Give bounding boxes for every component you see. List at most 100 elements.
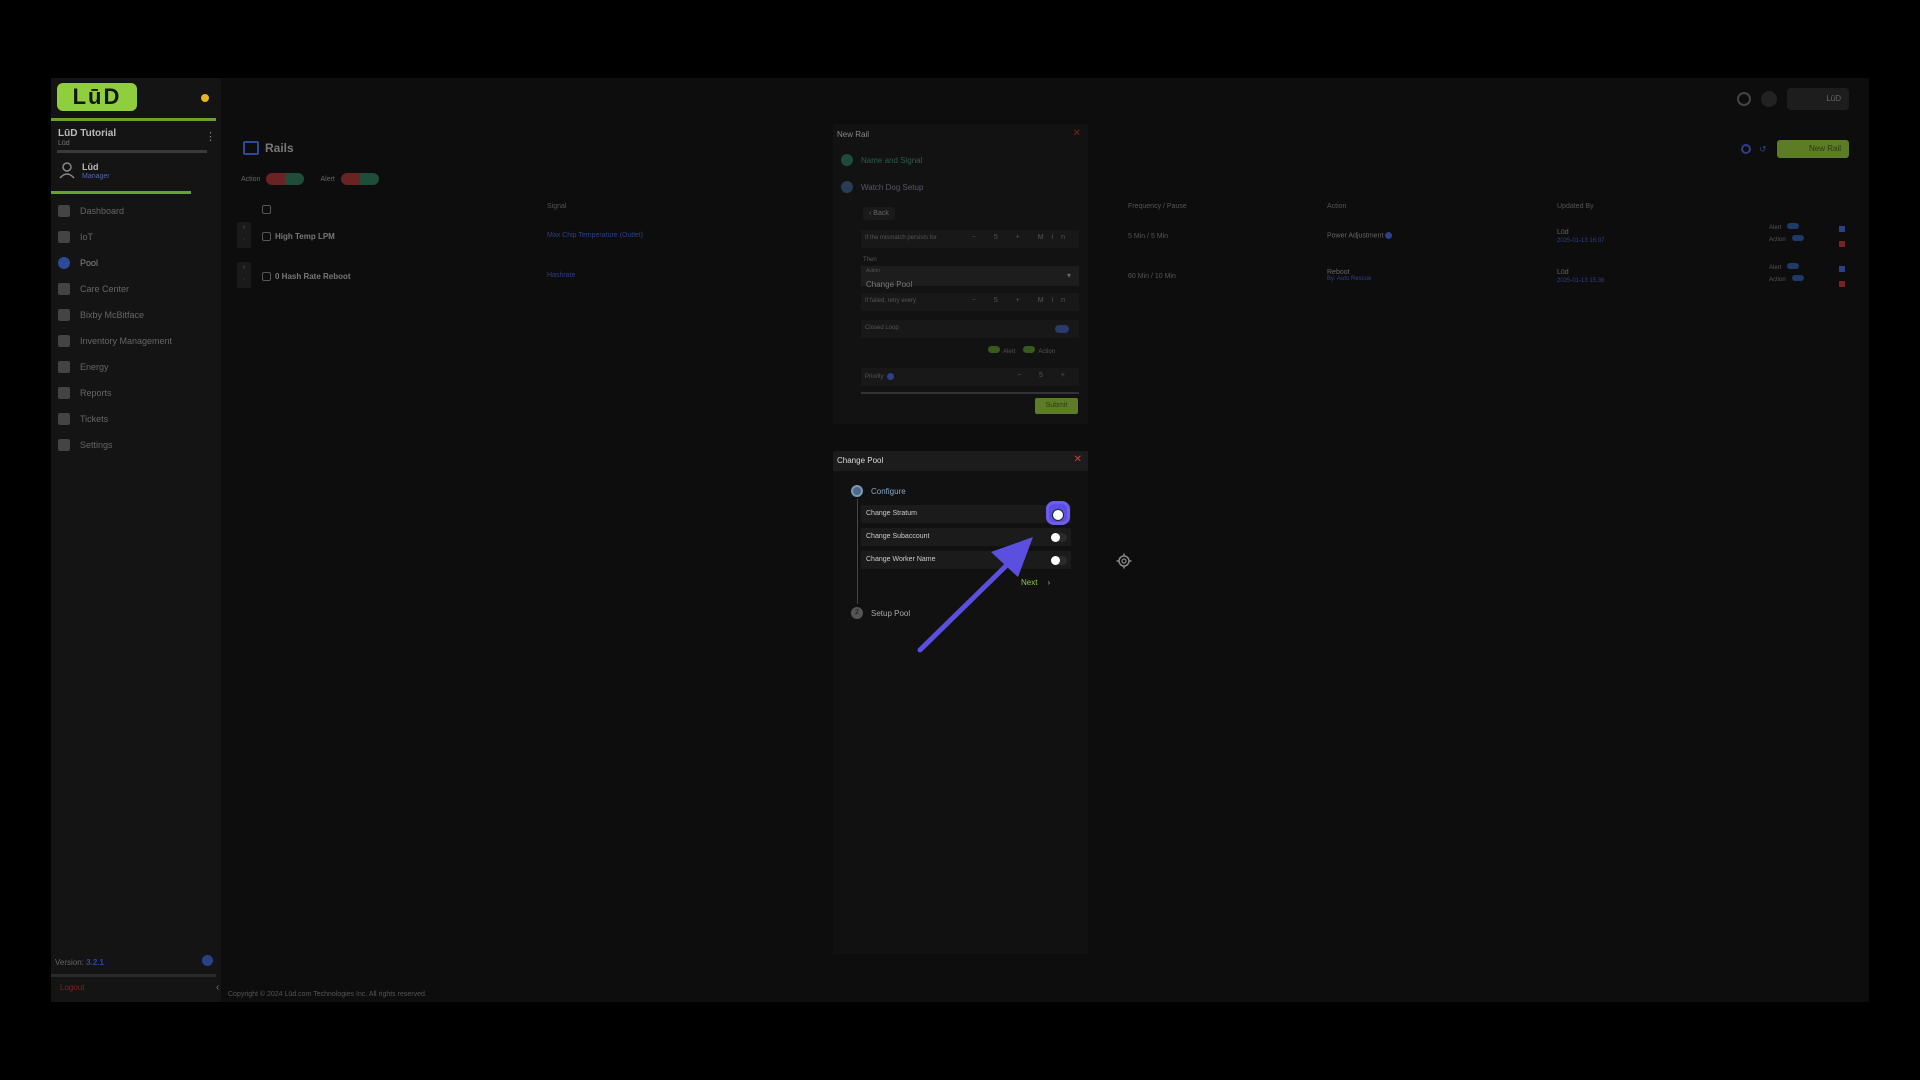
eye-icon[interactable]: [1761, 91, 1777, 107]
logout-button[interactable]: Logout: [60, 983, 84, 992]
version-value: 3.2.1: [86, 958, 104, 967]
change-stratum-toggle[interactable]: [1046, 501, 1070, 525]
sidebar-item-settings[interactable]: Settings: [58, 432, 214, 458]
user-menu-button[interactable]: LūD: [1787, 88, 1849, 110]
refresh-icon[interactable]: [1741, 144, 1751, 154]
rail-action: Reboot By: Auto Rescue: [1327, 269, 1371, 282]
step-circle-icon: [841, 181, 853, 193]
info-icon[interactable]: [1385, 232, 1393, 239]
new-rail-button[interactable]: New Rail: [1777, 140, 1849, 158]
updated-by: Lūd: [1557, 229, 1569, 236]
delete-icon[interactable]: [1839, 281, 1845, 287]
ticket-icon: [58, 413, 70, 425]
org-name[interactable]: LūD Tutorial: [58, 128, 116, 139]
version-text: Version: 3.2.1: [55, 958, 104, 967]
next-button[interactable]: Next ›: [1021, 578, 1050, 587]
updated-at: 2025-01-13 15:38: [1557, 278, 1605, 284]
action-toggle[interactable]: Action: [1769, 274, 1804, 286]
kebab-menu-icon[interactable]: ⋮: [205, 130, 216, 143]
close-icon[interactable]: ✕: [1073, 128, 1081, 139]
divider: [51, 974, 216, 977]
care-icon: [58, 283, 70, 295]
sidebar-item-pool[interactable]: Pool: [58, 250, 214, 276]
row-checkbox[interactable]: [262, 232, 271, 241]
sidebar-item-inventory[interactable]: Inventory Management: [58, 328, 214, 354]
action-toggle[interactable]: Action: [1769, 234, 1804, 246]
history-icon[interactable]: ↺: [1759, 144, 1769, 154]
row-toggles: Alert Action: [1769, 222, 1804, 246]
sidebar-item-label: Settings: [80, 440, 113, 450]
action-label: Action: [1769, 237, 1786, 243]
back-label: Back: [873, 210, 889, 217]
stepper-value: 5: [993, 297, 1006, 304]
rail-name[interactable]: 0 Hash Rate Reboot: [275, 272, 351, 281]
change-subaccount-toggle[interactable]: [1051, 533, 1067, 542]
change-worker-name-toggle[interactable]: [1051, 556, 1067, 565]
select-value: Change Pool: [866, 280, 913, 289]
mismatch-field: If the mismatch persists for − 5 + Min: [861, 230, 1079, 248]
bot-icon: [58, 309, 70, 321]
row-expand-button[interactable]: › ·: [237, 222, 251, 248]
sidebar-item-dashboard[interactable]: Dashboard: [58, 198, 214, 224]
alert-toggle[interactable]: Alert: [1769, 262, 1804, 274]
org-sub: Lūd: [58, 140, 70, 147]
closed-loop-toggle[interactable]: [1055, 325, 1069, 333]
alert-toggle[interactable]: Alert: [988, 346, 1015, 355]
step-setup-pool[interactable]: 2 Setup Pool: [851, 607, 910, 619]
retry-stepper[interactable]: − 5 + Min: [972, 297, 1073, 304]
edit-icon[interactable]: [1839, 266, 1845, 272]
alert-toggle[interactable]: Alert: [1769, 222, 1804, 234]
help-icon[interactable]: [202, 955, 213, 966]
sidebar-item-label: Energy: [80, 362, 109, 372]
step-label: Name and Signal: [861, 155, 923, 165]
mismatch-stepper[interactable]: − 5 + Min: [972, 234, 1073, 241]
alert-label: Alert: [1769, 225, 1782, 231]
collapse-sidebar-icon[interactable]: ‹: [216, 982, 219, 993]
select-label: Action: [866, 268, 880, 274]
stepper-value: 5: [1039, 372, 1051, 379]
action-filter-toggle[interactable]: [266, 173, 305, 185]
sidebar-item-tickets[interactable]: Tickets: [58, 406, 214, 432]
step-name-and-signal[interactable]: Name and Signal: [841, 154, 922, 166]
alert-filter-toggle[interactable]: [340, 173, 379, 185]
step-configure[interactable]: Configure: [851, 485, 906, 497]
row-checkbox[interactable]: [262, 272, 271, 281]
column-header-updated-by: Updated By: [1557, 203, 1594, 210]
back-button[interactable]: ‹ Back: [863, 207, 895, 220]
rail-frequency: 60 Min / 10 Min: [1128, 273, 1176, 280]
step-watch-dog-setup[interactable]: Watch Dog Setup: [841, 181, 923, 193]
sidebar-item-reports[interactable]: Reports: [58, 380, 214, 406]
closed-loop-field: Closed Loop: [861, 320, 1079, 338]
priority-stepper[interactable]: − 5 +: [1017, 372, 1073, 379]
step-number-icon: 2: [851, 607, 863, 619]
priority-field: Priority − 5 +: [861, 368, 1079, 386]
filter-action-label: Action: [241, 175, 261, 183]
change-stratum-row: Change Stratum: [861, 501, 1071, 525]
submit-button[interactable]: Submit: [1035, 398, 1078, 414]
gear-icon[interactable]: [1116, 553, 1132, 569]
alert-action-toggles: Alert Action: [988, 346, 1055, 355]
bell-icon[interactable]: [1737, 92, 1751, 106]
filter-alert-label: Alert: [320, 175, 335, 183]
close-icon[interactable]: ✕: [1074, 454, 1082, 465]
action-toggle[interactable]: Action: [1023, 346, 1055, 355]
header-toolbar: LūD: [1737, 88, 1849, 110]
rail-name[interactable]: High Temp LPM: [275, 232, 335, 241]
info-icon[interactable]: [886, 373, 894, 380]
action-select[interactable]: Action Change Pool ▾: [861, 266, 1079, 289]
sidebar-item-energy[interactable]: Energy: [58, 354, 214, 380]
action-label: Action: [1769, 277, 1786, 283]
unit-label: Min: [1037, 297, 1073, 304]
sidebar-item-bixby[interactable]: Bixby McBitface: [58, 302, 214, 328]
sidebar-item-iot[interactable]: IoT: [58, 224, 214, 250]
option-label: Change Worker Name: [866, 556, 936, 563]
filter-bar: Action Alert: [241, 173, 379, 185]
row-expand-button[interactable]: › ·: [237, 262, 251, 288]
select-all-checkbox[interactable]: [262, 205, 271, 214]
divider: [861, 392, 1079, 394]
rail-action: Power Adjustment: [1327, 232, 1393, 239]
delete-icon[interactable]: [1839, 241, 1845, 247]
sidebar-item-care-center[interactable]: Care Center: [58, 276, 214, 302]
updated-at: 2025-01-13 16:07: [1557, 238, 1605, 244]
edit-icon[interactable]: [1839, 226, 1845, 232]
